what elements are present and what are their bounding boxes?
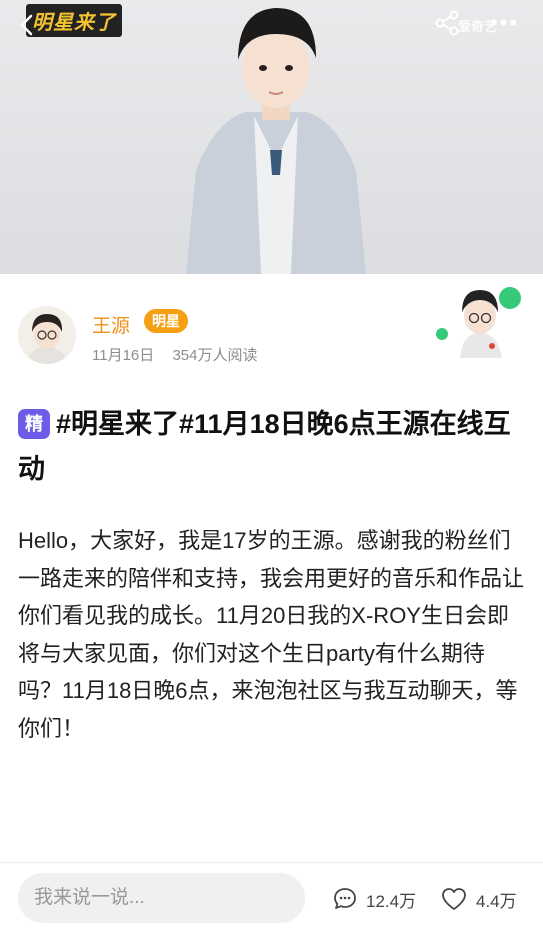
comment-input[interactable]: 我来说一说... [18,873,305,923]
cartoon-sticker [436,287,521,358]
heart-icon [442,888,466,910]
featured-badge: 精 [18,409,50,439]
video-frame-person [186,8,366,274]
post-body: Hello，大家好，我是17岁的王源。感谢我的粉丝们一路走来的陪伴和支持，我会用… [18,528,525,741]
video-header[interactable]: 明星来了 爱奇艺 ••• [0,0,543,274]
back-icon[interactable] [14,12,40,38]
share-icon[interactable] [434,10,460,36]
avatar[interactable] [18,306,76,364]
post-date: 11月16日 [92,347,155,364]
show-logo: 明星来了 [26,4,122,37]
read-count: 354万人阅读 [172,347,258,364]
post-meta: 11月16日 354万人阅读 [92,344,271,365]
footer-divider [0,862,543,863]
post-title: 精 #明星来了#11月18日晚6点王源在线互动 [18,402,528,492]
star-badge: 明星 [144,309,188,333]
more-icon[interactable]: ••• [490,10,536,36]
post-title-text: #明星来了#11月18日晚6点王源在线互动 [18,409,511,484]
author-name[interactable]: 王源 [92,311,130,338]
comments-button[interactable]: 12.4万 [332,884,416,914]
comments-count: 12.4万 [366,891,417,911]
comment-icon [334,888,356,909]
like-button[interactable]: 4.4万 [440,884,517,914]
likes-count: 4.4万 [476,891,517,911]
